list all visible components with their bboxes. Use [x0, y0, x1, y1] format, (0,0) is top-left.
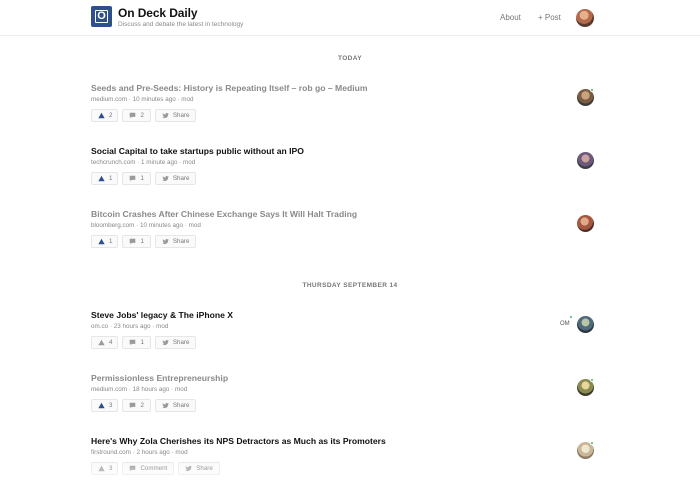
- share-button[interactable]: Share: [154, 109, 197, 122]
- poster-initials: OM: [560, 321, 570, 327]
- upvote-triangle-icon: [98, 465, 105, 472]
- poster-avatar[interactable]: [577, 152, 594, 169]
- post-actions: 2 2 Share: [91, 109, 197, 122]
- logo-letter: O: [95, 10, 108, 23]
- post-title-link[interactable]: Seeds and Pre-Seeds: History is Repeatin…: [91, 83, 368, 93]
- comment-count: 1: [140, 175, 144, 182]
- upvote-triangle-icon: [98, 175, 105, 182]
- upvote-button[interactable]: 3: [91, 399, 119, 412]
- site-tagline: Discuss and debate the latest in technol…: [118, 21, 244, 28]
- top-bar: O On Deck Daily Discuss and debate the l…: [0, 0, 700, 36]
- share-button[interactable]: Share: [154, 172, 197, 185]
- vote-count: 2: [109, 112, 113, 119]
- post-title-link[interactable]: Permissionless Entrepreneurship: [91, 373, 228, 383]
- post-actions: 3 Comment Share: [91, 462, 220, 475]
- post-title-link[interactable]: Social Capital to take startups public w…: [91, 146, 304, 156]
- post-item: Permissionless Entrepreneurship medium.c…: [91, 373, 611, 425]
- share-label: Share: [172, 339, 190, 346]
- day-heading-thursday: THURSDAY SEPTEMBER 14: [302, 282, 398, 289]
- poster-avatar[interactable]: [577, 215, 594, 232]
- vote-count: 3: [109, 402, 113, 409]
- twitter-bird-icon: [162, 339, 169, 346]
- online-indicator: [590, 378, 594, 382]
- post-item: Bitcoin Crashes After Chinese Exchange S…: [91, 209, 611, 261]
- upvote-button[interactable]: 1: [91, 172, 119, 185]
- comment-icon: [130, 402, 136, 409]
- post-meta: om.co · 23 hours ago · mod: [91, 323, 169, 330]
- comment-icon: [130, 175, 136, 182]
- upvote-button[interactable]: 4: [91, 336, 119, 349]
- twitter-bird-icon: [185, 465, 192, 472]
- site-title[interactable]: On Deck Daily: [118, 6, 198, 20]
- upvote-triangle-icon: [98, 339, 105, 346]
- site-logo[interactable]: O: [91, 6, 112, 27]
- comment-label: Comment: [140, 465, 168, 472]
- upvote-triangle-icon: [98, 402, 105, 409]
- twitter-bird-icon: [162, 175, 169, 182]
- share-label: Share: [172, 175, 190, 182]
- online-indicator: [590, 441, 594, 445]
- post-item: Social Capital to take startups public w…: [91, 146, 611, 198]
- vote-count: 3: [109, 465, 113, 472]
- upvote-triangle-icon: [98, 112, 105, 119]
- post-meta: firstround.com · 2 hours ago · mod: [91, 449, 188, 456]
- post-item: Steve Jobs' legacy & The iPhone X om.co …: [91, 310, 611, 362]
- online-indicator: [590, 88, 594, 92]
- comment-icon: [130, 465, 136, 472]
- comment-count: 2: [140, 112, 144, 119]
- comment-count: 2: [140, 402, 144, 409]
- share-label: Share: [196, 465, 213, 472]
- nav-about-link[interactable]: About: [500, 13, 521, 22]
- upvote-button[interactable]: 1: [91, 235, 119, 248]
- post-meta: techcrunch.com · 1 minute ago · mod: [91, 159, 196, 166]
- twitter-bird-icon: [162, 238, 169, 245]
- post-meta: bloomberg.com · 10 minutes ago · mod: [91, 222, 201, 229]
- post-actions: 3 2 Share: [91, 399, 197, 412]
- twitter-bird-icon: [162, 112, 169, 119]
- day-heading-today: TODAY: [337, 55, 363, 62]
- user-avatar[interactable]: [576, 9, 594, 27]
- comments-button[interactable]: 2: [122, 109, 151, 122]
- share-button[interactable]: Share: [178, 462, 220, 475]
- share-button[interactable]: Share: [154, 399, 197, 412]
- post-meta: medium.com · 18 hours ago · mod: [91, 386, 188, 393]
- comments-button[interactable]: 1: [122, 235, 151, 248]
- post-meta: medium.com · 10 minutes ago · mod: [91, 96, 194, 103]
- post-item: Seeds and Pre-Seeds: History is Repeatin…: [91, 83, 611, 135]
- comments-button[interactable]: Comment: [122, 462, 175, 475]
- twitter-bird-icon: [162, 402, 169, 409]
- post-title-link[interactable]: Here's Why Zola Cherishes its NPS Detrac…: [91, 436, 386, 446]
- post-title-link[interactable]: Bitcoin Crashes After Chinese Exchange S…: [91, 209, 357, 219]
- upvote-button[interactable]: 2: [91, 109, 119, 122]
- online-indicator: [569, 315, 573, 319]
- post-title-link[interactable]: Steve Jobs' legacy & The iPhone X: [91, 310, 233, 320]
- comment-count: 1: [140, 238, 144, 245]
- post-actions: 4 1 Share: [91, 336, 197, 349]
- poster-avatar[interactable]: [577, 316, 594, 333]
- comment-icon: [130, 238, 136, 245]
- share-label: Share: [172, 402, 190, 409]
- share-label: Share: [172, 238, 190, 245]
- share-button[interactable]: Share: [154, 235, 197, 248]
- comment-icon: [130, 112, 136, 119]
- share-label: Share: [172, 112, 190, 119]
- comment-icon: [130, 339, 136, 346]
- comments-button[interactable]: 1: [122, 336, 151, 349]
- vote-count: 1: [109, 175, 113, 182]
- comments-button[interactable]: 2: [122, 399, 151, 412]
- vote-count: 4: [109, 339, 113, 346]
- post-item: Here's Why Zola Cherishes its NPS Detrac…: [91, 436, 611, 488]
- nav-post-link[interactable]: + Post: [538, 13, 561, 22]
- upvote-triangle-icon: [98, 238, 105, 245]
- post-actions: 1 1 Share: [91, 235, 197, 248]
- upvote-button[interactable]: 3: [91, 462, 119, 475]
- vote-count: 1: [109, 238, 113, 245]
- comments-button[interactable]: 1: [122, 172, 151, 185]
- comment-count: 1: [140, 339, 144, 346]
- share-button[interactable]: Share: [154, 336, 197, 349]
- post-actions: 1 1 Share: [91, 172, 197, 185]
